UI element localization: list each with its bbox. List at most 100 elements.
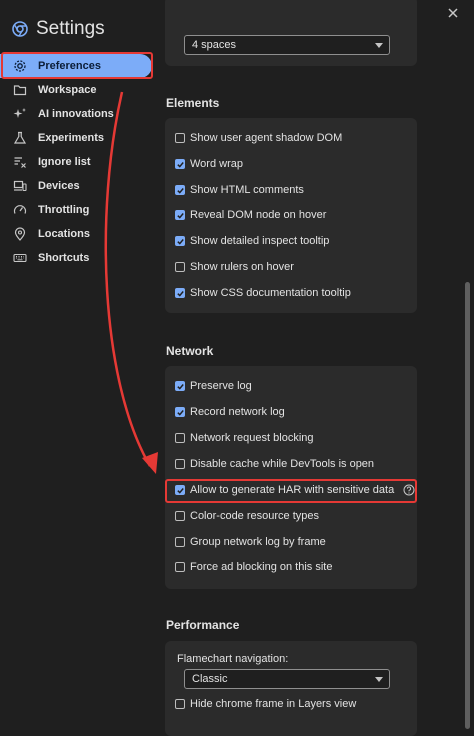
sidebar-item-workspace[interactable]: Workspace [0, 78, 156, 102]
devices-icon [13, 180, 27, 192]
option-label: Show rulers on hover [190, 261, 294, 273]
sidebar-item-label: Throttling [38, 204, 90, 216]
flask-icon [13, 131, 27, 144]
checkmark-icon [176, 487, 184, 494]
checkbox[interactable] [175, 159, 185, 169]
checkmark-icon [176, 383, 184, 390]
checkbox[interactable] [175, 288, 185, 298]
scrollbar-thumb[interactable] [465, 282, 470, 729]
option-label: Word wrap [190, 158, 243, 170]
option-label: Reveal DOM node on hover [190, 209, 327, 221]
page-title: Settings [36, 18, 105, 39]
sidebar-item-label: Experiments [38, 132, 105, 144]
chevron-down-icon [375, 677, 383, 682]
checkbox[interactable] [175, 262, 185, 272]
location-pin-icon [14, 227, 26, 241]
option-label: Allow to generate HAR with sensitive dat… [190, 484, 395, 496]
checkbox[interactable] [175, 562, 185, 572]
option-show-user-agent-shadow-dom[interactable]: Show user agent shadow DOM [175, 128, 342, 148]
settings-content: 4 spaces Elements Show user agent shadow… [158, 0, 460, 736]
option-show-css-documentation-tooltip[interactable]: Show CSS documentation tooltip [175, 283, 351, 303]
checkbox[interactable] [175, 133, 185, 143]
checkmark-icon [176, 409, 184, 416]
checkbox[interactable] [175, 433, 185, 443]
sidebar-item-ignore-list[interactable]: Ignore list [0, 150, 156, 174]
sidebar-item-shortcuts[interactable]: Shortcuts [0, 246, 156, 270]
sidebar: Settings Preferences Workspace AI innova… [0, 0, 158, 729]
option-label: Record network log [190, 406, 285, 418]
sidebar-item-label: Devices [38, 180, 80, 192]
flamechart-navigation-select[interactable]: Classic [184, 669, 390, 689]
option-label: Show HTML comments [190, 184, 304, 196]
option-preserve-log[interactable]: Preserve log [175, 376, 252, 396]
checkbox[interactable] [175, 381, 185, 391]
sidebar-item-label: Preferences [38, 60, 101, 72]
checkbox[interactable] [175, 459, 185, 469]
option-group-network-log-by-frame[interactable]: Group network log by frame [175, 532, 326, 552]
option-reveal-dom-node-on-hover[interactable]: Reveal DOM node on hover [175, 205, 326, 225]
checkmark-icon [176, 187, 184, 194]
sidebar-item-throttling[interactable]: Throttling [0, 198, 156, 222]
sidebar-item-locations[interactable]: Locations [0, 222, 156, 246]
close-icon[interactable] [446, 6, 460, 20]
sidebar-item-experiments[interactable]: Experiments [0, 126, 156, 150]
help-icon[interactable] [403, 484, 415, 496]
sidebar-item-label: Shortcuts [38, 252, 90, 264]
sidebar-item-ai-innovations[interactable]: AI innovations [0, 102, 156, 126]
checkbox[interactable] [175, 699, 185, 709]
option-show-detailed-inspect-tooltip[interactable]: Show detailed inspect tooltip [175, 231, 329, 251]
checkmark-icon [176, 161, 184, 168]
option-disable-cache[interactable]: Disable cache while DevTools is open [175, 454, 374, 474]
option-hide-chrome-frame[interactable]: Hide chrome frame in Layers view [175, 694, 356, 714]
list-filter-icon [14, 157, 26, 168]
checkbox[interactable] [175, 407, 185, 417]
option-network-request-blocking[interactable]: Network request blocking [175, 428, 314, 448]
option-show-rulers-on-hover[interactable]: Show rulers on hover [175, 257, 294, 277]
checkbox[interactable] [175, 537, 185, 547]
sources-card: 4 spaces [165, 0, 417, 66]
option-label: Color-code resource types [190, 510, 320, 522]
flamechart-navigation-label: Flamechart navigation: [177, 653, 289, 665]
checkbox[interactable] [175, 511, 185, 521]
option-show-html-comments[interactable]: Show HTML comments [175, 180, 304, 200]
option-record-network-log[interactable]: Record network log [175, 402, 285, 422]
performance-card: Flamechart navigation: Classic Hide chro… [165, 641, 417, 736]
chrome-devtools-logo-icon [12, 21, 28, 37]
network-card: Preserve log Record network log Network … [165, 366, 417, 589]
option-label: Disable cache while DevTools is open [190, 458, 375, 470]
option-allow-har-sensitive-data[interactable]: Allow to generate HAR with sensitive dat… [175, 480, 415, 500]
elements-card: Show user agent shadow DOM Word wrap Sho… [165, 118, 417, 313]
scrollbar[interactable] [460, 0, 474, 729]
option-label: Force ad blocking on this site [190, 561, 333, 573]
option-label: Show CSS documentation tooltip [190, 287, 351, 299]
sidebar-item-label: Locations [38, 228, 90, 240]
checkbox[interactable] [175, 485, 185, 495]
checkbox[interactable] [175, 185, 185, 195]
folder-icon [13, 85, 27, 96]
option-label: Hide chrome frame in Layers view [190, 698, 357, 710]
option-label: Preserve log [190, 380, 252, 392]
sidebar-item-label: AI innovations [38, 108, 114, 120]
checkbox[interactable] [175, 210, 185, 220]
option-label: Network request blocking [190, 432, 314, 444]
network-section-title: Network [166, 344, 214, 358]
checkmark-icon [176, 290, 184, 297]
option-label: Show user agent shadow DOM [190, 132, 343, 144]
indentation-select-value: 4 spaces [192, 39, 237, 51]
checkmark-icon [176, 212, 184, 219]
option-word-wrap[interactable]: Word wrap [175, 154, 243, 174]
chevron-down-icon [375, 43, 383, 48]
checkbox[interactable] [175, 236, 185, 246]
indentation-select[interactable]: 4 spaces [184, 35, 390, 55]
performance-section-title: Performance [166, 618, 240, 632]
sidebar-item-devices[interactable]: Devices [0, 174, 156, 198]
option-color-code-resource-types[interactable]: Color-code resource types [175, 506, 319, 526]
sidebar-item-preferences[interactable]: Preferences [0, 54, 152, 78]
sidebar-item-label: Ignore list [38, 156, 91, 168]
gear-icon [14, 60, 26, 72]
option-label: Show detailed inspect tooltip [190, 235, 330, 247]
header: Settings [12, 18, 105, 40]
flamechart-navigation-value: Classic [192, 673, 228, 685]
sparkle-icon [13, 108, 26, 118]
option-force-ad-blocking[interactable]: Force ad blocking on this site [175, 557, 332, 577]
